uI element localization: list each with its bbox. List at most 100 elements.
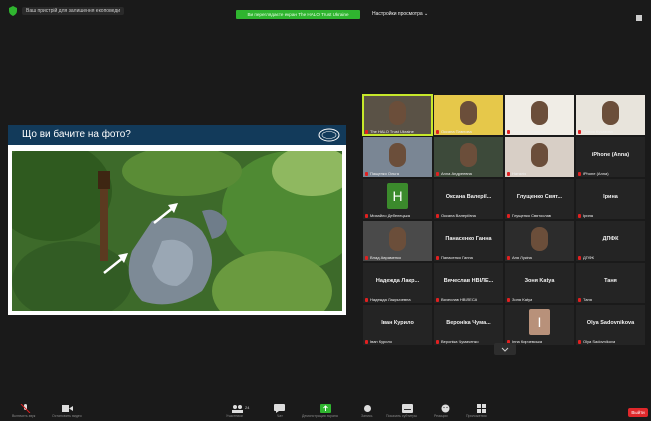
muted-mic-icon xyxy=(436,339,439,344)
reactions-button-label[interactable]: Реакции xyxy=(434,414,448,418)
participant-name-label: ДПФК xyxy=(578,255,594,260)
view-mode-icon[interactable] xyxy=(636,15,642,21)
muted-mic-icon xyxy=(507,129,510,134)
participant-tile[interactable]: Олеся Кучатова xyxy=(576,95,645,135)
participant-tile[interactable]: Зоня Katya Зоня Katya xyxy=(505,263,574,303)
participant-tile[interactable]: Оксана Валерії... Оксана Валеріївна xyxy=(434,179,503,219)
apps-button-label[interactable]: Приложения xyxy=(466,414,486,418)
participant-name-label: iPhone (Anna) xyxy=(578,171,609,176)
record-icon[interactable] xyxy=(362,404,373,413)
gallery-next-page-button[interactable] xyxy=(494,343,516,355)
muted-mic-icon xyxy=(436,297,439,302)
participant-display-name: ДПФК xyxy=(602,236,619,242)
participant-tile[interactable]: Оксана Павлова xyxy=(434,95,503,135)
security-shield-icon[interactable] xyxy=(8,6,18,16)
view-settings-menu[interactable]: Настройки просмотра ⌄ xyxy=(372,11,428,17)
leave-button[interactable]: Выйти xyxy=(628,408,648,417)
muted-mic-icon xyxy=(578,339,581,344)
app-notice: Ваш пристрій для залишення екоповеди xyxy=(22,7,125,15)
reactions-icon[interactable] xyxy=(440,404,451,413)
participant-tile[interactable]: ДПФК ДПФК xyxy=(576,221,645,261)
muted-mic-icon xyxy=(365,339,368,344)
participant-name-label: Olya Sadovnikova xyxy=(578,339,615,344)
participant-display-name: iPhone (Anna) xyxy=(591,152,630,158)
participant-name-label: Аня Лукіна xyxy=(507,255,532,260)
participant-tile[interactable]: Ірина Ірина xyxy=(576,179,645,219)
participant-name-label: Глущенко Святослав xyxy=(507,213,551,218)
subtitles-icon[interactable] xyxy=(402,404,413,413)
muted-mic-icon xyxy=(578,129,581,134)
participant-tile[interactable]: Anna Андреевна xyxy=(434,137,503,177)
participant-initial-avatar: І xyxy=(529,309,550,335)
muted-mic-icon xyxy=(507,171,510,176)
participant-name-label: The HALO Trust Ukraine xyxy=(365,129,414,134)
participant-video xyxy=(460,101,477,125)
video-camera-icon[interactable] xyxy=(62,404,73,413)
participant-tile[interactable]: Іван Курило Іван Курило xyxy=(363,305,432,345)
participant-display-name: Іван Курило xyxy=(381,320,414,326)
participant-tile[interactable]: Пащенко Ольга xyxy=(363,137,432,177)
participant-tile[interactable]: The HALO Trust Ukraine xyxy=(362,94,433,136)
muted-mic-icon xyxy=(578,213,581,218)
participant-tile[interactable]: Надежда Лакр... Надежда Лакрычевна xyxy=(363,263,432,303)
participant-display-name: Оксана Валерії... xyxy=(445,194,492,200)
participant-name-label: Пащенко Ольга xyxy=(365,171,399,176)
participant-display-name: Ірина xyxy=(603,194,618,200)
share-screen-icon[interactable] xyxy=(320,404,331,413)
participant-tile[interactable]: Оксана Шуганова xyxy=(505,95,574,135)
participant-display-name: Панасенко Ганна xyxy=(445,236,492,242)
chat-button-label[interactable]: Чат xyxy=(277,414,283,418)
participant-video xyxy=(602,101,619,125)
muted-mic-icon xyxy=(365,129,368,134)
participant-video xyxy=(389,101,406,125)
microphone-muted-icon[interactable] xyxy=(20,404,31,413)
participant-tile[interactable]: Панасенко Ганна Панасенко Ганна xyxy=(434,221,503,261)
chevron-down-icon xyxy=(501,347,509,352)
record-button-label[interactable]: Запись xyxy=(361,414,372,418)
participant-tile[interactable]: Вячеслав НВІЛЕ... Вячеслав НВІЛЕСА xyxy=(434,263,503,303)
participants-icon[interactable] xyxy=(232,404,243,413)
shared-slide: Що ви бачите на фото? xyxy=(8,125,346,315)
participant-name-label: Оксана Шуганова xyxy=(507,129,545,134)
participant-display-name: Olya Sadovnikova xyxy=(586,320,635,326)
apps-icon[interactable] xyxy=(476,404,487,413)
participant-display-name: Вячеслав НВІЛЕ... xyxy=(443,278,494,284)
participant-tile[interactable]: Olya Sadovnikova Olya Sadovnikova xyxy=(576,305,645,345)
chat-icon[interactable] xyxy=(274,404,285,413)
slide-title: Що ви бачите на фото? xyxy=(22,129,131,140)
participant-initial-avatar: H xyxy=(387,183,408,209)
share-button-label[interactable]: Демонстрация экрана xyxy=(302,414,338,418)
participant-tile[interactable]: Аня Лукіна xyxy=(505,221,574,261)
participant-name-label: Anna Андреевна xyxy=(436,171,472,176)
participant-display-name: Вероніка Чума... xyxy=(446,320,491,326)
participant-tile[interactable]: iPhone (Anna) iPhone (Anna) xyxy=(576,137,645,177)
participant-tile[interactable]: Глущенко Свят... Глущенко Святослав xyxy=(505,179,574,219)
participant-video xyxy=(531,143,548,167)
participants-count: 24 xyxy=(245,405,250,410)
muted-mic-icon xyxy=(436,129,439,134)
muted-mic-icon xyxy=(507,255,510,260)
subtitles-button-label[interactable]: Показать субтитры xyxy=(386,414,417,418)
participant-tile[interactable]: H Михайло Дебелецька xyxy=(363,179,432,219)
participants-button-label[interactable]: Участники xyxy=(226,414,243,418)
participant-display-name: Надежда Лакр... xyxy=(375,278,420,284)
participant-video xyxy=(531,101,548,125)
participant-name-label: Влад Авраменко xyxy=(365,255,401,260)
muted-mic-icon xyxy=(578,171,581,176)
participant-video xyxy=(531,227,548,251)
participant-tile[interactable]: І Інна Кирчевська xyxy=(505,305,574,345)
video-button-label[interactable]: Остановить видео xyxy=(52,414,82,418)
participant-tile[interactable]: Вероніка Чума... Вероніка Чумаченко xyxy=(434,305,503,345)
participant-video xyxy=(460,143,477,167)
participant-name-label: Наталія xyxy=(507,171,526,176)
audio-button-label[interactable]: Включить звук xyxy=(12,414,35,418)
screen-share-banner: Ви переглядаєте екран The HALO Trust Ukr… xyxy=(236,10,360,19)
participant-tile[interactable]: Наталія xyxy=(505,137,574,177)
muted-mic-icon xyxy=(578,297,581,302)
forest-photo xyxy=(12,151,342,311)
participant-tile[interactable]: Влад Авраменко xyxy=(363,221,432,261)
participant-tile[interactable]: Таня Таня xyxy=(576,263,645,303)
participant-name-label: Олеся Кучатова xyxy=(578,129,613,134)
muted-mic-icon xyxy=(365,171,368,176)
participant-display-name: Зоня Katya xyxy=(524,278,555,284)
